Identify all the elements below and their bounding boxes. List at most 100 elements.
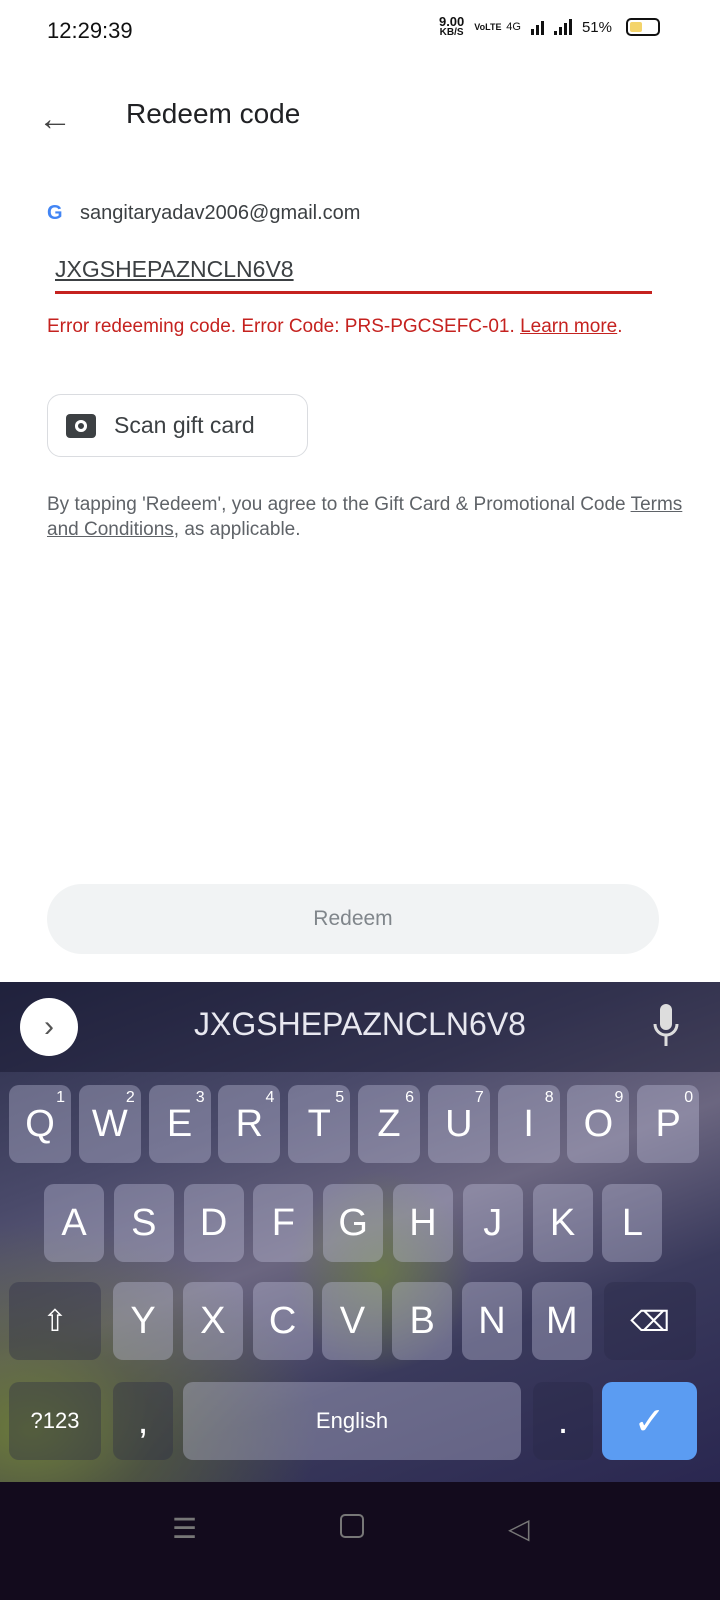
key-label: O	[583, 1102, 614, 1145]
key-z[interactable]: Z6	[358, 1085, 420, 1163]
redeem-button[interactable]: Redeem	[47, 884, 659, 954]
key-x[interactable]: X	[182, 1282, 243, 1360]
key-s[interactable]: S	[113, 1184, 174, 1262]
key-e[interactable]: E3	[148, 1085, 211, 1163]
key-hint: 1	[56, 1089, 65, 1106]
speed-value: 9.00	[438, 14, 465, 29]
enter-key[interactable]: ✓	[602, 1382, 697, 1460]
key-f[interactable]: F	[253, 1184, 314, 1262]
volte-icon: VoLTE	[474, 22, 502, 32]
key-label: U	[445, 1102, 473, 1145]
key-hint: 2	[125, 1089, 135, 1106]
page-title: Redeem code	[126, 98, 301, 129]
key-label: B	[409, 1299, 435, 1342]
comma-key[interactable]: ,	[113, 1382, 173, 1460]
key-v[interactable]: V	[322, 1282, 383, 1360]
key-label: T	[307, 1102, 331, 1145]
key-label: C	[268, 1299, 297, 1342]
key-b[interactable]: B	[392, 1282, 453, 1360]
key-label: K	[549, 1201, 576, 1244]
key-hint: 5	[335, 1089, 345, 1106]
status-icons: 9.00 KB/S VoLTE 4G 51%	[438, 14, 660, 38]
key-w[interactable]: W2	[78, 1085, 141, 1163]
suggestion-bar: › JXGSHEPAZNCLN6V8	[0, 982, 720, 1072]
input-underline	[55, 291, 652, 294]
terms-pre: By tapping 'Redeem', you agree to the Gi…	[47, 494, 631, 515]
back-arrow-icon[interactable]: ←	[38, 100, 72, 139]
key-label: Z	[377, 1102, 401, 1145]
key-h[interactable]: H	[393, 1184, 453, 1262]
signal-icon-2	[553, 19, 572, 35]
key-u[interactable]: U7	[427, 1085, 490, 1163]
google-icon: G	[47, 202, 63, 224]
key-label: .	[557, 1399, 569, 1442]
checkmark-icon: ✓	[633, 1400, 666, 1443]
learn-more-link[interactable]: Learn more	[520, 316, 617, 337]
key-r[interactable]: R4	[218, 1085, 281, 1163]
key-k[interactable]: K	[532, 1184, 593, 1262]
menu-icon[interactable]: ☰	[172, 1512, 197, 1545]
key-t[interactable]: T5	[288, 1085, 351, 1163]
key-i[interactable]: I8	[497, 1085, 560, 1163]
shift-key[interactable]: ⇧	[9, 1282, 101, 1360]
key-label: D	[199, 1201, 228, 1244]
key-label: English	[315, 1408, 389, 1433]
key-l[interactable]: L	[602, 1184, 663, 1262]
key-hint: 4	[265, 1089, 275, 1106]
key-label: F	[271, 1201, 295, 1244]
scan-gift-card-button[interactable]: Scan gift card	[47, 394, 308, 457]
battery-percent: 51%	[581, 18, 612, 36]
key-label: S	[131, 1201, 157, 1244]
key-j[interactable]: J	[462, 1184, 523, 1262]
key-label: Q	[25, 1102, 55, 1145]
key-n[interactable]: N	[462, 1282, 522, 1360]
space-key[interactable]: English	[183, 1382, 521, 1460]
key-o[interactable]: O9	[567, 1085, 630, 1163]
network-speed: 9.00 KB/S	[438, 14, 465, 38]
code-input[interactable]: JXGSHEPAZNCLN6V8	[55, 256, 294, 283]
status-bar: 12:29:39 9.00 KB/S VoLTE 4G 51%	[0, 0, 720, 62]
terms-post: , as applicable.	[173, 519, 301, 540]
key-label: R	[235, 1102, 264, 1145]
key-label: ,	[137, 1399, 149, 1442]
terms-text: By tapping 'Redeem', you agree to the Gi…	[47, 492, 687, 542]
symbols-key[interactable]: ?123	[9, 1382, 101, 1460]
key-y[interactable]: Y	[113, 1282, 173, 1360]
home-icon[interactable]	[340, 1514, 364, 1538]
key-a[interactable]: A	[44, 1184, 104, 1262]
key-d[interactable]: D	[183, 1184, 244, 1262]
key-c[interactable]: C	[252, 1282, 313, 1360]
error-end: .	[617, 316, 623, 337]
key-hint: 7	[474, 1089, 484, 1106]
backspace-icon: ⌫	[630, 1305, 670, 1337]
key-label: H	[409, 1201, 437, 1244]
key-label: M	[545, 1299, 578, 1342]
key-g[interactable]: G	[323, 1184, 384, 1262]
key-m[interactable]: M	[531, 1282, 592, 1360]
battery-icon	[626, 18, 660, 36]
key-p[interactable]: P0	[637, 1085, 700, 1163]
camera-icon	[66, 413, 96, 438]
account-email: sangitaryadav2006@gmail.com	[80, 202, 361, 224]
shift-icon: ⇧	[42, 1304, 68, 1338]
key-hint: 6	[405, 1089, 414, 1106]
signal-icon	[530, 19, 544, 35]
key-label: N	[478, 1299, 506, 1342]
suggestion[interactable]: JXGSHEPAZNCLN6V8	[0, 1006, 720, 1043]
period-key[interactable]: .	[533, 1382, 593, 1460]
key-label: A	[61, 1201, 87, 1244]
microphone-icon[interactable]	[652, 1004, 680, 1048]
navigation-bar	[0, 1482, 720, 1600]
backspace-key[interactable]: ⌫	[604, 1282, 696, 1360]
back-icon[interactable]: ◁	[508, 1512, 530, 1545]
scan-label: Scan gift card	[114, 412, 255, 438]
key-label: ?123	[30, 1408, 80, 1433]
key-q[interactable]: Q1	[9, 1085, 71, 1163]
keyboard: › JXGSHEPAZNCLN6V8 Q1W2E3R4T5Z6U7I8O9P0A…	[0, 982, 720, 1482]
key-label: V	[339, 1299, 366, 1342]
key-label: I	[523, 1102, 534, 1145]
speed-unit: KB/S	[439, 27, 464, 38]
key-hint: 0	[684, 1089, 694, 1106]
key-label: L	[621, 1201, 643, 1244]
key-hint: 9	[614, 1089, 624, 1106]
